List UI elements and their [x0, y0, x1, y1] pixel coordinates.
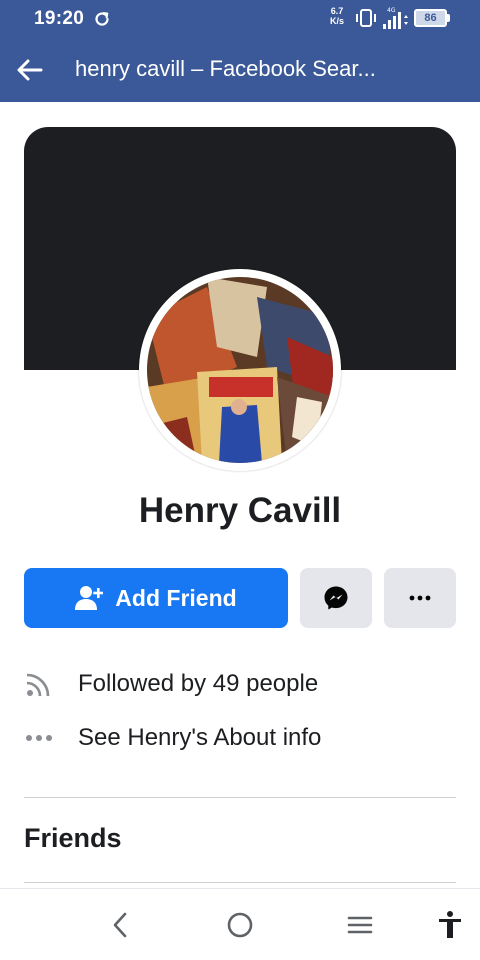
sync-icon: [95, 12, 109, 26]
more-icon: [409, 595, 431, 601]
net-speed-unit: K/s: [330, 16, 345, 26]
add-friend-label: Add Friend: [115, 584, 237, 611]
status-bar: 19:20 6.7 K/s 4G 86: [0, 0, 480, 36]
app-bar: henry cavill – Facebook Sear...: [0, 36, 480, 102]
accessibility-icon: [439, 911, 461, 938]
divider: [24, 797, 456, 798]
more-horizontal-icon: [26, 735, 52, 741]
battery-level: 86: [424, 12, 437, 24]
battery-icon: 86: [414, 9, 450, 27]
system-nav-bar: [0, 888, 480, 960]
accessibility-button[interactable]: [430, 907, 470, 943]
nav-recents-button[interactable]: [340, 907, 380, 943]
about-row[interactable]: See Henry's About info: [24, 718, 456, 758]
vibrate-icon: [356, 9, 376, 27]
about-text: See Henry's About info: [78, 724, 322, 751]
add-friend-icon: [75, 586, 104, 610]
nav-back-button[interactable]: [100, 907, 140, 943]
page-title: henry cavill – Facebook Sear...: [75, 56, 376, 81]
net-speed-value: 6.7: [330, 6, 344, 16]
signal-icon: 4G: [383, 7, 408, 29]
followers-text: Followed by 49 people: [78, 670, 319, 697]
rss-icon: [26, 673, 50, 697]
followers-row[interactable]: Followed by 49 people: [24, 664, 456, 704]
back-button[interactable]: [12, 52, 48, 88]
friends-section-title: Friends: [24, 823, 122, 853]
message-button[interactable]: [300, 568, 372, 628]
divider: [24, 882, 456, 883]
chevron-left-icon: [113, 912, 127, 938]
nav-home-button[interactable]: [220, 907, 260, 943]
status-time: 19:20: [34, 8, 85, 29]
arrow-left-icon: [17, 59, 43, 81]
menu-icon: [347, 916, 373, 934]
more-options-button[interactable]: [384, 568, 456, 628]
net-speed: 6.7 K/s: [330, 6, 344, 26]
messenger-icon: [324, 586, 348, 610]
avatar: [147, 277, 333, 463]
profile-name: Henry Cavill: [138, 491, 342, 530]
add-friend-button[interactable]: Add Friend: [24, 568, 288, 628]
profile-picture[interactable]: [139, 269, 341, 471]
circle-icon: [227, 912, 253, 938]
network-type: 4G: [387, 7, 396, 14]
